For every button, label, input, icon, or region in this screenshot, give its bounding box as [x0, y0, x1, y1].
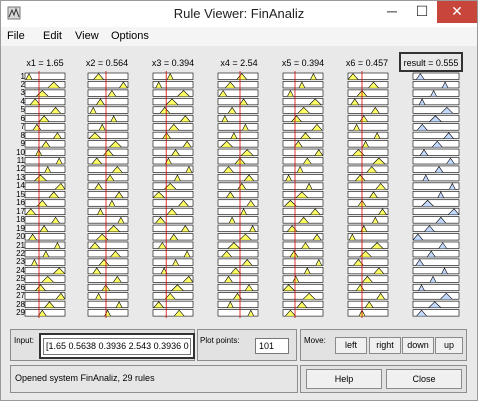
rule-cell — [152, 267, 194, 275]
rule-cell — [24, 123, 66, 131]
input-vector-field[interactable]: [1.65 0.5638 0.3936 2.543 0.3936 0 — [43, 338, 191, 355]
rule-cell — [87, 114, 129, 123]
rule-cell — [412, 216, 460, 224]
rule-cell — [347, 81, 389, 89]
rule-cell — [282, 140, 324, 148]
rule-cell — [347, 89, 389, 97]
rule-cell — [24, 258, 66, 266]
rule-cell — [412, 292, 460, 300]
rule-cell — [282, 157, 324, 165]
rule-cell — [282, 114, 324, 123]
rule-cell — [87, 182, 129, 190]
rule-cell — [87, 72, 129, 80]
plot-points-label: Plot points: — [200, 336, 240, 345]
rule-cell — [87, 224, 129, 232]
rule-cell — [152, 157, 194, 165]
rule-cell — [412, 241, 460, 249]
rule-cell — [217, 233, 259, 241]
rule-cell — [347, 191, 389, 199]
rule-cell — [217, 182, 259, 190]
rule-cell — [87, 199, 129, 207]
rule-cell — [217, 275, 259, 283]
rule-cell — [347, 224, 389, 232]
move-left-button[interactable]: left — [335, 337, 367, 354]
rule-cell — [412, 275, 460, 283]
rule-cell — [87, 140, 129, 148]
rule-cell — [24, 148, 66, 156]
rule-cell — [412, 148, 460, 156]
move-right-button[interactable]: right — [369, 337, 401, 354]
rule-cell — [87, 275, 129, 283]
rule-cell — [412, 191, 460, 199]
rule-cell — [347, 174, 389, 182]
rule-cell — [347, 114, 389, 123]
move-up-button[interactable]: up — [435, 337, 463, 354]
input-label: Input: — [14, 336, 35, 345]
rule-cell — [87, 98, 129, 106]
rule-cell — [282, 165, 324, 173]
rule-cell — [87, 233, 129, 241]
rule-cell — [87, 207, 129, 215]
rule-cell — [412, 267, 460, 275]
rule-cell — [347, 216, 389, 224]
rule-cell — [282, 182, 324, 190]
rule-cell — [152, 106, 194, 114]
rule-cell — [347, 199, 389, 207]
rule-cell — [412, 224, 460, 232]
rule-cell — [217, 191, 259, 199]
rule-cell — [217, 207, 259, 215]
rule-cell — [152, 131, 194, 139]
rule-cell — [412, 174, 460, 182]
rule-cell — [412, 81, 460, 89]
rule-cell — [347, 309, 389, 317]
rule-cell — [87, 123, 129, 131]
rule-cell — [282, 292, 324, 300]
rule-viewer-window: Rule Viewer: FinAnaliz ─ ☐ ✕ File Edit V… — [0, 0, 478, 401]
move-label: Move: — [304, 336, 326, 345]
rule-cell — [24, 191, 66, 199]
rule-cell — [152, 309, 194, 317]
rule-cell — [87, 300, 129, 308]
rule-cell — [217, 131, 259, 139]
rule-cell — [217, 216, 259, 224]
rule-cell — [217, 106, 259, 114]
rule-cell — [217, 81, 259, 89]
help-button[interactable]: Help — [306, 369, 382, 389]
plot-points-field[interactable]: 101 — [255, 338, 289, 354]
close-button[interactable]: Close — [386, 369, 462, 389]
rule-cell — [282, 72, 324, 80]
rule-cell — [347, 283, 389, 292]
rule-cell — [412, 199, 460, 207]
rule-cell — [282, 275, 324, 283]
rule-cell — [217, 98, 259, 106]
rule-cell — [87, 292, 129, 300]
status-text: Opened system FinAnaliz, 29 rules — [15, 373, 155, 383]
rule-cell — [282, 250, 324, 258]
rule-cell — [217, 123, 259, 131]
rule-cell — [87, 250, 129, 258]
rule-cell — [347, 106, 389, 114]
move-down-button[interactable]: down — [402, 337, 434, 354]
rule-cell — [87, 165, 129, 173]
rule-cell — [217, 300, 259, 308]
rule-cell — [152, 174, 194, 182]
rule-cell — [217, 258, 259, 266]
rule-cell — [347, 131, 389, 139]
rule-cell — [282, 267, 324, 275]
rule-cell — [412, 250, 460, 258]
rule-cell — [87, 89, 129, 97]
